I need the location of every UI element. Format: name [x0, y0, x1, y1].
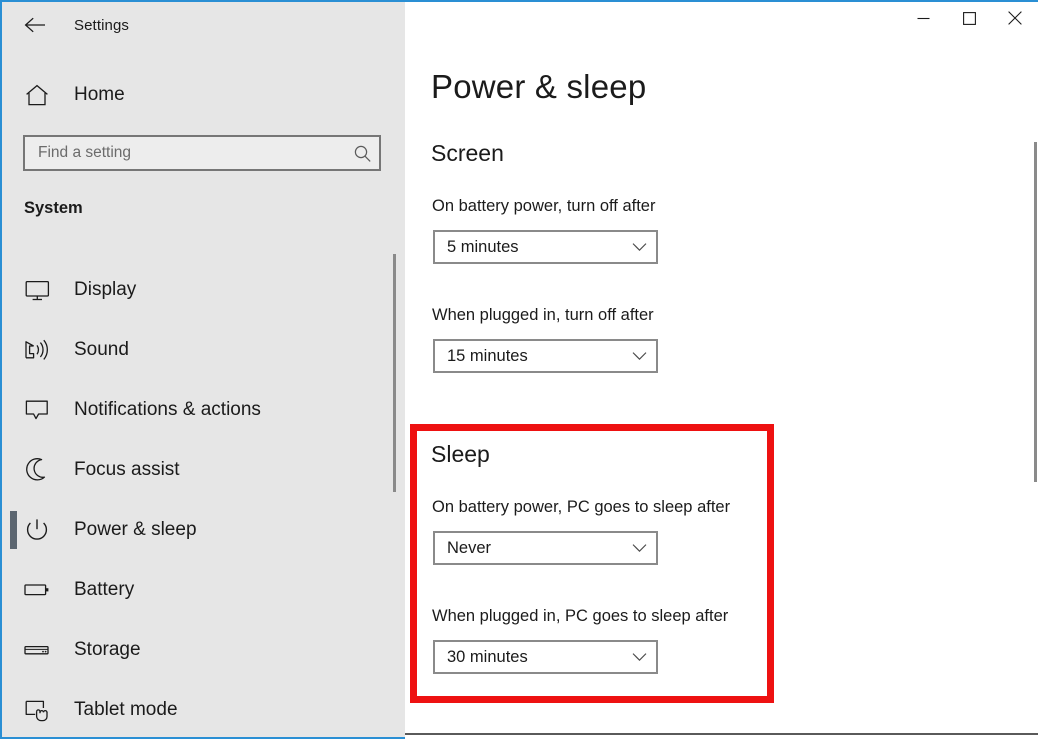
- sidebar-item-display-label: Display: [74, 279, 137, 300]
- sidebar-item-notifications[interactable]: Notifications & actions: [2, 380, 405, 440]
- sidebar: Home Find a setting System Display Sound…: [2, 2, 405, 739]
- dropdown-sleep-on-battery-value: Never: [447, 538, 492, 557]
- maximize-icon: [962, 11, 976, 25]
- window-title: Settings: [74, 16, 129, 34]
- storage-drive-icon: [16, 643, 58, 657]
- close-icon: [1008, 11, 1022, 25]
- sidebar-item-home[interactable]: Home: [2, 76, 405, 114]
- dropdown-sleep-on-battery[interactable]: Never: [433, 531, 658, 565]
- chevron-down-icon: [622, 351, 656, 361]
- label-screen-on-battery: On battery power, turn off after: [432, 197, 656, 215]
- dropdown-screen-on-battery-value: 5 minutes: [447, 237, 519, 256]
- minimize-icon: [917, 12, 930, 25]
- chevron-down-icon: [622, 242, 656, 252]
- monitor-icon: [16, 280, 58, 301]
- speech-bubble-icon: [16, 399, 58, 421]
- sidebar-scrollbar[interactable]: [393, 254, 396, 492]
- dropdown-screen-on-battery[interactable]: 5 minutes: [433, 230, 658, 264]
- chevron-down-icon: [622, 652, 656, 662]
- sidebar-item-power-and-sleep-label: Power & sleep: [74, 519, 197, 540]
- sidebar-item-display[interactable]: Display: [2, 260, 405, 320]
- close-button[interactable]: [992, 2, 1038, 34]
- minimize-button[interactable]: [900, 2, 946, 34]
- window-controls: [405, 2, 1038, 48]
- sidebar-item-tablet-mode-label: Tablet mode: [74, 699, 178, 720]
- window-bottom-edge: [405, 733, 1038, 735]
- sidebar-item-tablet-mode[interactable]: Tablet mode: [2, 680, 405, 739]
- group-heading-screen: Screen: [431, 140, 504, 166]
- sidebar-item-battery[interactable]: Battery: [2, 560, 405, 620]
- page-title: Power & sleep: [431, 68, 647, 105]
- back-arrow-icon: [24, 16, 46, 34]
- chevron-down-icon: [622, 543, 656, 553]
- title-bar-left-region: Settings: [2, 2, 405, 48]
- selection-indicator: [10, 511, 17, 549]
- main-content: Power & sleep Screen On battery power, t…: [405, 2, 1038, 739]
- settings-window: Settings Home Find a setting System Disp…: [0, 0, 1038, 739]
- sidebar-section-header: System: [24, 199, 83, 217]
- label-sleep-on-battery: On battery power, PC goes to sleep after: [432, 498, 731, 516]
- sidebar-nav-list: Display Sound Notifications & actions Fo…: [2, 260, 405, 739]
- sidebar-item-focus-assist-label: Focus assist: [74, 459, 180, 480]
- search-input-placeholder: Find a setting: [38, 144, 132, 161]
- speaker-icon: [16, 339, 58, 361]
- sidebar-item-sound[interactable]: Sound: [2, 320, 405, 380]
- label-screen-when-plugged-in: When plugged in, turn off after: [432, 306, 654, 324]
- power-icon: [16, 518, 58, 542]
- sidebar-item-notifications-label: Notifications & actions: [74, 399, 261, 420]
- sidebar-item-power-and-sleep[interactable]: Power & sleep: [2, 500, 405, 560]
- dropdown-sleep-when-plugged-in-value: 30 minutes: [447, 647, 528, 666]
- maximize-button[interactable]: [946, 2, 992, 34]
- sidebar-item-sound-label: Sound: [74, 339, 129, 360]
- search-icon[interactable]: [345, 144, 379, 163]
- dropdown-screen-when-plugged-in-value: 15 minutes: [447, 346, 528, 365]
- back-button[interactable]: [12, 9, 58, 41]
- tablet-hand-icon: [16, 699, 58, 722]
- group-heading-sleep: Sleep: [431, 441, 490, 467]
- sidebar-item-home-label: Home: [74, 84, 125, 105]
- sidebar-item-battery-label: Battery: [74, 579, 135, 600]
- sidebar-item-focus-assist[interactable]: Focus assist: [2, 440, 405, 500]
- search-input[interactable]: Find a setting: [23, 135, 381, 171]
- label-sleep-when-plugged-in: When plugged in, PC goes to sleep after: [432, 607, 729, 625]
- main-scrollbar-thumb[interactable]: [1034, 142, 1037, 482]
- battery-icon: [16, 582, 58, 598]
- title-bar: Settings: [2, 2, 1038, 48]
- sidebar-item-storage[interactable]: Storage: [2, 620, 405, 680]
- home-icon: [16, 84, 58, 107]
- dropdown-sleep-when-plugged-in[interactable]: 30 minutes: [433, 640, 658, 674]
- dropdown-screen-when-plugged-in[interactable]: 15 minutes: [433, 339, 658, 373]
- sidebar-item-storage-label: Storage: [74, 639, 141, 660]
- moon-icon: [16, 458, 58, 482]
